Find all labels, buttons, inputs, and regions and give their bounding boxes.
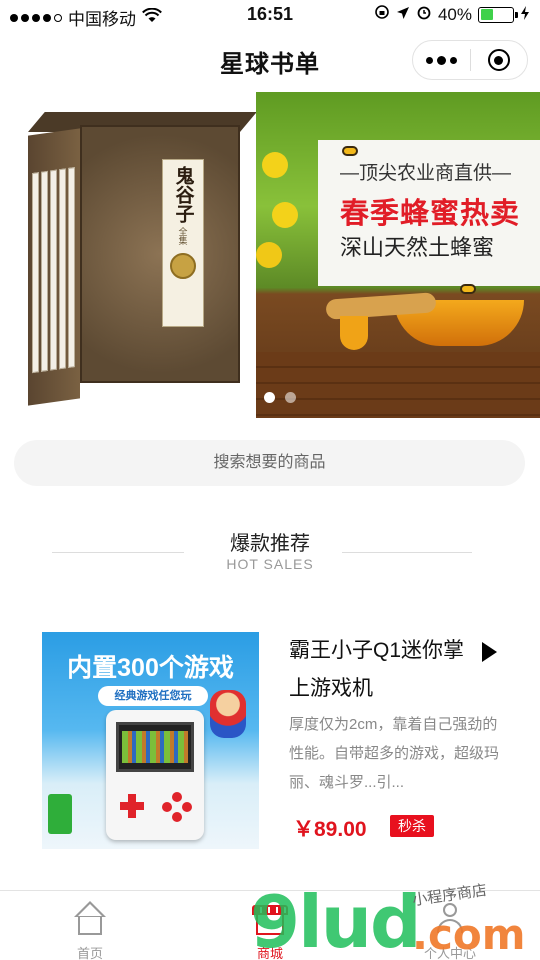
shop-icon	[252, 901, 288, 937]
bee-icon	[460, 284, 476, 294]
target-icon	[487, 49, 510, 71]
rotation-lock-icon	[374, 4, 390, 25]
wood-board	[256, 352, 540, 418]
honey-drip	[340, 316, 368, 350]
product-image[interactable]: 内置300个游戏 经典游戏任您玩	[42, 632, 259, 849]
product-price: ￥89.00	[293, 818, 367, 841]
banner-carousel[interactable]: 鬼谷子 全集 —顶尖农业商直供— 春季蜂蜜热卖 深山天然土蜂蜜	[0, 90, 540, 420]
mario-figure	[210, 690, 246, 738]
miniprogram-capsule	[412, 40, 528, 80]
flash-sale-badge: 秒杀	[390, 815, 434, 837]
book-box-image[interactable]: 鬼谷子 全集	[28, 112, 257, 406]
battery-percent: 40%	[437, 4, 472, 24]
image-caption: 内置300个游戏	[67, 654, 234, 682]
product-card[interactable]: 内置300个游戏 经典游戏任您玩 霸王小子Q1迷你掌上游戏机 厚度仅为2cm，靠…	[0, 612, 540, 852]
book-title: 鬼谷子	[172, 166, 195, 223]
tab-profile[interactable]: 个人中心	[360, 891, 540, 960]
honey-ad-slide[interactable]: —顶尖农业商直供— 春季蜂蜜热卖 深山天然土蜂蜜	[256, 92, 540, 418]
location-icon	[396, 5, 410, 25]
section-subtitle: HOT SALES	[226, 556, 314, 572]
close-miniprogram-button[interactable]	[470, 40, 527, 80]
carousel-indicators	[264, 392, 296, 403]
user-icon	[432, 901, 468, 937]
more-menu-button[interactable]	[413, 40, 470, 80]
section-title: 爆款推荐	[230, 533, 310, 555]
bee-icon	[342, 146, 358, 156]
seal-icon	[170, 253, 196, 279]
hot-sales-heading: 爆款推荐 HOT SALES	[0, 522, 540, 582]
ad-line-1: —顶尖农业商直供—	[340, 163, 512, 184]
status-right: 40%	[374, 4, 530, 25]
home-icon	[72, 901, 108, 937]
alarm-icon	[416, 4, 432, 25]
tab-home[interactable]: 首页	[0, 891, 180, 960]
play-arrow-icon[interactable]	[482, 642, 497, 662]
tab-shop[interactable]: 商城	[180, 891, 360, 960]
product-title[interactable]: 霸王小子Q1迷你掌上游戏机	[289, 632, 469, 708]
navigation-bar: 星球书单	[0, 30, 540, 90]
tab-home-label: 首页	[76, 946, 103, 960]
book-cover-label: 鬼谷子 全集	[162, 159, 204, 327]
product-description: 厚度仅为2cm，靠着自己强劲的性能。自带超多的游戏，超级玛丽、魂斗罗...引..…	[289, 716, 500, 791]
tab-shop-label: 商城	[256, 946, 283, 960]
status-bar: 中国移动 16:51 40%	[0, 0, 540, 30]
tab-bar: 首页 商城 个人中心	[0, 890, 540, 960]
charging-icon	[520, 5, 530, 25]
flower-decoration	[262, 152, 288, 178]
tab-profile-label: 个人中心	[423, 946, 476, 960]
book-subtitle: 全集	[177, 227, 188, 245]
battery-icon	[478, 6, 518, 23]
ad-line-3: 深山天然土蜂蜜	[340, 235, 495, 260]
ad-line-2: 春季蜂蜜热卖	[340, 198, 521, 230]
search-placeholder: 搜索想要的商品	[213, 454, 326, 471]
pipe-plant	[48, 794, 72, 834]
carousel-dot[interactable]	[264, 392, 275, 403]
carousel-dot[interactable]	[285, 392, 296, 403]
game-console-image	[106, 710, 204, 840]
search-input[interactable]: 搜索想要的商品	[14, 440, 525, 486]
image-pill: 经典游戏任您玩	[98, 686, 208, 706]
